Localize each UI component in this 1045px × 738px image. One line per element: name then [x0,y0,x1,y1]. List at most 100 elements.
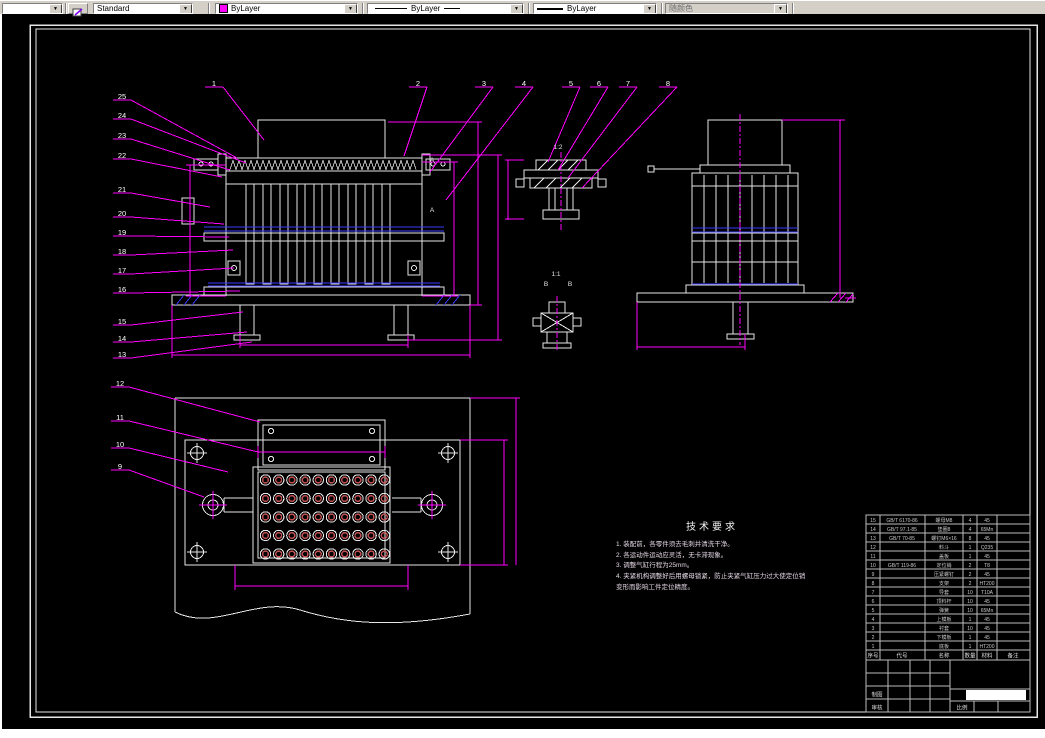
chevron-down-icon[interactable]: ▼ [774,4,787,14]
parts-list-cell: 料斗 [939,544,949,551]
linetype-value: ByLayer [411,4,440,13]
balloon-number: 10 [116,440,124,449]
balloon-number: 18 [118,247,126,256]
linetype-control-combo[interactable]: ByLayer ▼ [367,3,524,14]
parts-list-cell: Q235 [981,545,993,551]
balloon-number: 2 [416,79,420,88]
parts-list-cell: 2 [872,635,875,641]
parts-list-cell: 衬套 [939,625,949,632]
parts-list-cell: 15 [870,518,876,524]
parts-list-header: 数量 [964,651,976,659]
parts-list-cell: 3 [872,626,875,632]
balloon-number: 16 [118,285,126,294]
view-label: A [430,157,435,164]
color-value: ByLayer [231,4,260,13]
title-block-field-label: 审核 [871,704,883,712]
parts-list-cell: GB/T 97.1-85 [887,527,917,533]
parts-list-cell: 1 [969,554,972,560]
balloon-number: 8 [666,79,670,88]
balloon-number: 13 [118,350,126,359]
toolbar-separator [661,3,663,14]
parts-list-header: 序号 [867,651,879,659]
parts-list-cell: 1 [969,545,972,551]
layer-control-combo[interactable]: ▼ [2,3,63,14]
hole-grid [260,475,389,559]
toolbar-separator [65,3,67,14]
drawing-frame [30,25,1037,717]
title-block-field-label: 制图 [871,691,883,699]
parts-list-header: 代号 [896,651,908,659]
parts-list-cell: 4 [969,518,972,524]
parts-list-cell: 6 [872,599,875,605]
side-view-blue-parts [692,228,798,284]
balloon-number: 1 [212,79,216,88]
parts-list-cell: 45 [984,518,990,524]
parts-list-cell: 下模板 [936,634,951,641]
side-view [637,120,853,339]
parts-list-cell: 45 [984,635,990,641]
parts-list-header: 材料 [981,651,993,659]
parts-list-cell: T8 [984,563,990,569]
balloon-number: 25 [118,92,126,101]
parts-list-cell: 4 [969,527,972,533]
balloon-number: 15 [118,317,126,326]
balloon-callouts: 1234567825242322212019181716151413121110… [111,79,677,497]
linetype-sample-icon [375,8,407,9]
balloon-number: 7 [626,79,630,88]
balloon-number: 4 [522,79,526,88]
chevron-down-icon[interactable]: ▼ [49,4,62,14]
window-border-bottom [0,729,1045,738]
parts-list-cell: 11 [870,554,875,560]
balloon-number: 24 [118,111,126,120]
lineweight-control-combo[interactable]: ByLayer ▼ [533,3,657,14]
parts-list-cell: 10 [967,590,973,596]
parts-list-cell: 支架 [939,580,949,587]
parts-list-cell: 45 [984,626,990,632]
parts-list-cell: 1 [969,644,972,650]
front-view-dimensions [172,122,502,358]
chevron-down-icon[interactable]: ▼ [510,4,523,14]
text-style-manager-button[interactable] [68,3,88,14]
view-label: 1:1 [551,271,560,278]
view-label: B [568,281,572,288]
chevron-down-icon[interactable]: ▼ [643,4,656,14]
requirement-line: 1. 装配前，各零件须去毛刺并清洗干净。 [616,540,808,551]
balloon-number: 6 [597,79,601,88]
toolbar-separator [792,3,794,14]
parts-list-cell: 8 [969,536,972,542]
color-swatch [219,4,228,13]
parts-list-cell: 65Mn [981,608,994,614]
parts-list-header: 备注 [1007,651,1019,659]
parts-list: 15GB/T 6170-86螺母M844514GB/T 97.1-85垫圈846… [866,515,1030,712]
toolbar-separator [208,3,210,14]
parts-list-cell: 5 [872,608,875,614]
parts-list-cell: T10A [981,590,994,596]
balloon-number: 12 [116,379,124,388]
view-label: A [430,207,435,214]
parts-list-header: 名称 [938,651,950,659]
chevron-down-icon[interactable]: ▼ [179,4,192,14]
chevron-down-icon[interactable]: ▼ [344,4,357,14]
plot-style-combo[interactable]: 随颜色 ▼ [665,3,788,14]
parts-list-cell: 45 [984,554,990,560]
parts-list-cell: 7 [872,590,875,596]
view-label: 1:2 [553,144,562,151]
requirement-line: 2. 各运动件运动应灵活，无卡滞现象。 [616,551,808,562]
balloon-number: 22 [118,151,126,160]
drawing-canvas[interactable]: 15GB/T 6170-86螺母M844514GB/T 97.1-85垫圈846… [0,0,1045,738]
toolbar-separator [528,3,530,14]
view-label: B [544,281,548,288]
requirement-line: 3. 调整气缸行程为25mm。 [616,561,808,572]
parts-list-cell: 14 [870,527,876,533]
parts-list-cell: 10 [870,563,876,569]
front-view-blue-parts [176,227,460,305]
toolbar: ▼ Standard ▼ ByLayer ▼ ByLayer ▼ [0,0,1045,14]
break-line [175,607,470,623]
color-control-combo[interactable]: ByLayer ▼ [215,3,358,14]
parts-list-cell: 盖板 [939,553,949,560]
parts-list-cell: 螺钉M6×16 [931,535,957,542]
text-style-combo[interactable]: Standard ▼ [93,3,193,14]
balloon-number: 21 [118,185,126,194]
parts-list-cell: 13 [870,536,876,542]
parts-list-cell: 1 [969,617,972,623]
